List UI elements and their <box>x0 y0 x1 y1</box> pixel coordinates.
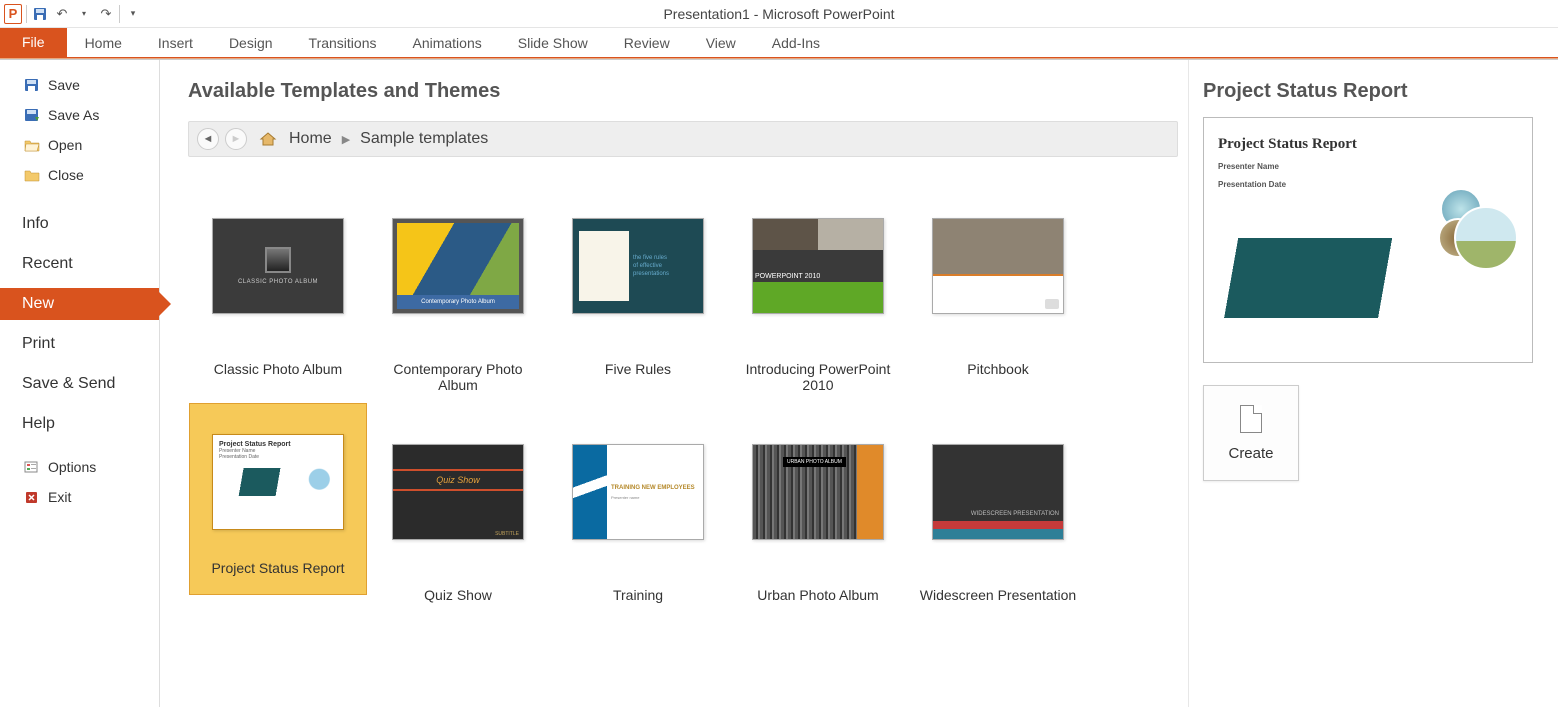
qat-save-icon[interactable] <box>31 5 49 23</box>
template-label: Contemporary Photo Album <box>373 361 543 393</box>
template-five-rules[interactable]: the five rulesof effectivepresentations … <box>548 177 728 393</box>
tab-home[interactable]: Home <box>67 29 140 57</box>
template-label: Five Rules <box>605 361 671 377</box>
folder-close-icon <box>24 168 40 182</box>
floppy-arrow-icon <box>24 108 40 122</box>
tab-file[interactable]: File <box>0 27 67 57</box>
template-label: Urban Photo Album <box>757 587 878 603</box>
template-label: Classic Photo Album <box>214 361 342 377</box>
app-logo[interactable]: P <box>4 5 22 23</box>
nav-save-send[interactable]: Save & Send <box>0 368 159 400</box>
create-label: Create <box>1228 445 1273 462</box>
exit-icon <box>24 490 40 504</box>
template-label: Quiz Show <box>424 587 492 603</box>
chevron-right-icon: ▶ <box>342 133 350 146</box>
template-label: Training <box>613 587 663 603</box>
create-button[interactable]: Create <box>1203 385 1299 481</box>
nav-label: Options <box>48 459 96 475</box>
nav-open[interactable]: Open <box>0 130 159 160</box>
tab-design[interactable]: Design <box>211 29 291 57</box>
template-introducing-powerpoint-2010[interactable]: POWERPOINT 2010 Introducing PowerPoint 2… <box>728 177 908 393</box>
nav-options[interactable]: Options <box>0 452 159 482</box>
options-icon <box>24 460 40 474</box>
nav-close[interactable]: Close <box>0 160 159 190</box>
nav-help[interactable]: Help <box>0 408 159 440</box>
template-classic-photo-album[interactable]: CLASSIC PHOTO ALBUM Classic Photo Album <box>188 177 368 393</box>
templates-area: Available Templates and Themes ◄ ► Home … <box>160 60 1188 707</box>
preview-title: Project Status Report <box>1203 80 1544 103</box>
template-pitchbook[interactable]: Pitchbook <box>908 177 1088 393</box>
home-icon[interactable] <box>259 131 277 147</box>
preview-slide-thumbnail: Project Status Report Presenter Name Pre… <box>1203 117 1533 363</box>
nav-new[interactable]: New <box>0 288 159 320</box>
nav-label: Info <box>22 215 49 233</box>
nav-label: New <box>22 295 54 313</box>
breadcrumb-back-button[interactable]: ◄ <box>197 128 219 150</box>
title-bar: P ↶ ▾ ↷ ▾ Presentation1 - Microsoft Powe… <box>0 0 1558 28</box>
qat-redo-icon[interactable]: ↷ <box>97 5 115 23</box>
qat-customize-icon[interactable]: ▾ <box>124 5 142 23</box>
tab-transitions[interactable]: Transitions <box>291 29 395 57</box>
template-label: Introducing PowerPoint 2010 <box>733 361 903 393</box>
preview-slide-title: Project Status Report <box>1218 136 1518 153</box>
nav-save[interactable]: Save <box>0 70 159 100</box>
nav-label: Close <box>48 167 84 183</box>
ribbon-tabs: File Home Insert Design Transitions Anim… <box>0 28 1558 58</box>
nav-label: Open <box>48 137 82 153</box>
nav-label: Save As <box>48 107 99 123</box>
nav-label: Print <box>22 335 55 353</box>
nav-save-as[interactable]: Save As <box>0 100 159 130</box>
nav-label: Recent <box>22 255 73 273</box>
tab-review[interactable]: Review <box>606 29 688 57</box>
nav-label: Exit <box>48 489 71 505</box>
breadcrumb-forward-button[interactable]: ► <box>225 128 247 150</box>
tab-slideshow[interactable]: Slide Show <box>500 29 606 57</box>
nav-label: Help <box>22 415 55 433</box>
template-training[interactable]: TRAINING NEW EMPLOYEESPresenter name Tra… <box>548 403 728 603</box>
nav-label: Save & Send <box>22 375 115 393</box>
nav-label: Save <box>48 77 80 93</box>
template-quiz-show[interactable]: Quiz ShowSUBTITLE Quiz Show <box>368 403 548 603</box>
preview-slide-sub1: Presenter Name <box>1218 162 1518 171</box>
nav-info[interactable]: Info <box>0 208 159 240</box>
folder-open-icon <box>24 138 40 152</box>
backstage-nav: Save Save As Open Close Info Recent New … <box>0 60 160 707</box>
breadcrumb: ◄ ► Home ▶ Sample templates <box>188 121 1178 157</box>
tab-animations[interactable]: Animations <box>394 29 499 57</box>
nav-print[interactable]: Print <box>0 328 159 360</box>
template-widescreen-presentation[interactable]: WIDESCREEN PRESENTATION Widescreen Prese… <box>908 403 1088 603</box>
qat-undo-icon[interactable]: ↶ <box>53 5 71 23</box>
template-contemporary-photo-album[interactable]: Contemporary Photo Album Contemporary Ph… <box>368 177 548 393</box>
document-icon <box>1240 405 1262 433</box>
tab-view[interactable]: View <box>688 29 754 57</box>
window-title: Presentation1 - Microsoft PowerPoint <box>0 6 1558 22</box>
section-title: Available Templates and Themes <box>188 80 1178 103</box>
preview-pane: Project Status Report Project Status Rep… <box>1188 60 1558 707</box>
template-label: Widescreen Presentation <box>920 587 1076 603</box>
tab-addins[interactable]: Add-Ins <box>754 29 838 57</box>
tab-insert[interactable]: Insert <box>140 29 211 57</box>
template-grid: CLASSIC PHOTO ALBUM Classic Photo Album … <box>188 177 1178 603</box>
floppy-icon <box>24 78 40 92</box>
template-project-status-report[interactable]: Project Status ReportPresenter NamePrese… <box>188 403 368 603</box>
template-urban-photo-album[interactable]: URBAN PHOTO ALBUM Urban Photo Album <box>728 403 908 603</box>
nav-exit[interactable]: Exit <box>0 482 159 512</box>
qat-undo-menu-icon[interactable]: ▾ <box>75 5 93 23</box>
breadcrumb-home[interactable]: Home <box>285 130 336 148</box>
template-label: Project Status Report <box>211 560 344 594</box>
nav-recent[interactable]: Recent <box>0 248 159 280</box>
breadcrumb-current[interactable]: Sample templates <box>356 130 492 148</box>
quick-access-toolbar: P ↶ ▾ ↷ ▾ <box>0 5 146 23</box>
template-label: Pitchbook <box>967 361 1028 377</box>
